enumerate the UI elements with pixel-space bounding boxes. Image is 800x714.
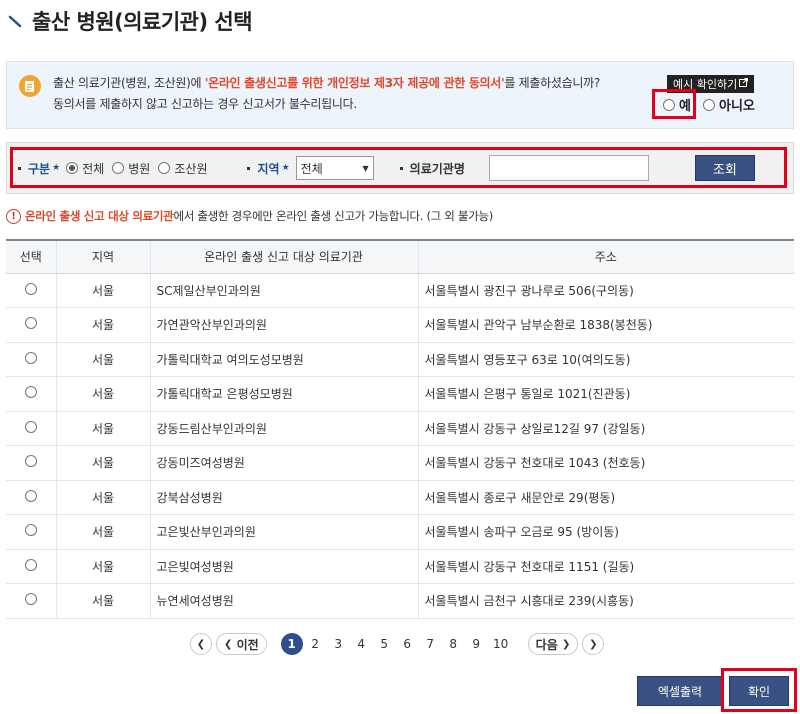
row-select-radio[interactable] [24, 420, 37, 433]
table-row[interactable]: 서울 고은빛산부인과의원 서울특별시 송파구 오금로 95 (방이동) [6, 514, 794, 550]
warning-icon: ! [6, 208, 21, 224]
dropdown-arrow-icon: ▼ [362, 163, 369, 173]
chevron-left-icon: ❮ [224, 638, 233, 650]
category-option-all[interactable]: 전체 [66, 160, 104, 177]
row-select-radio[interactable] [24, 489, 37, 502]
external-link-icon [739, 78, 749, 90]
consent-form-name: '온라인 출생신고를 위한 개인정보 제3자 제공에 관한 동의서' [204, 76, 505, 90]
document-icon [19, 75, 41, 97]
table-row[interactable]: 서울 강동드림산부인과의원 서울특별시 강동구 상일로12길 97 (강일동) [6, 411, 794, 446]
consent-question: 출산 의료기관(병원, 조산원)에 '온라인 출생신고를 위한 개인정보 제3자… [53, 76, 600, 90]
page-10[interactable]: 10 [488, 637, 514, 651]
institution-label: 의료기관명 [399, 160, 465, 177]
page-1[interactable]: 1 [280, 633, 303, 655]
table-row[interactable]: 서울 가톨릭대학교 은평성모병원 서울특별시 은평구 통일로 1021(진관동) [6, 376, 794, 412]
consent-no-option[interactable]: 아니오 [703, 95, 755, 114]
page-3[interactable]: 3 [327, 637, 350, 651]
header-institution: 온라인 출생 신고 대상 의료기관 [149, 239, 418, 274]
first-page-button[interactable]: ❮ [190, 633, 212, 655]
category-label: 구분 ★ [18, 160, 66, 177]
row-select-radio[interactable] [24, 386, 37, 399]
row-select-radio[interactable] [24, 282, 37, 295]
table-row[interactable]: 서울 SC제일산부인과의원 서울특별시 광진구 광나루로 506(구의동) [6, 273, 794, 308]
double-chevron-left-icon: ❮ [196, 638, 206, 650]
pagination: ❮ ❮ 이전 1 2 3 4 5 6 7 8 9 10 다음 ❯ ❯ [190, 632, 605, 656]
region-label: 지역 ★ [247, 160, 295, 177]
double-chevron-right-icon: ❯ [589, 638, 598, 650]
institution-table: 선택 지역 온라인 출생 신고 대상 의료기관 주소 서울 SC제일산부인과의원 서… [6, 239, 794, 619]
header-region: 지역 [55, 239, 150, 274]
chevron-right-icon: ❯ [561, 638, 571, 650]
table-header-row: 선택 지역 온라인 출생 신고 대상 의료기관 주소 [6, 239, 794, 274]
category-option-midwife[interactable]: 조산원 [158, 160, 207, 177]
table-row[interactable]: 서울 뉴연세여성병원 서울특별시 금천구 시흥대로 239(시흥동) [6, 583, 794, 619]
row-select-radio[interactable] [24, 455, 37, 468]
category-all-radio[interactable] [66, 162, 79, 174]
table-row[interactable]: 서울 가톨릭대학교 여의도성모병원 서울특별시 영등포구 63로 10(여의도동) [6, 342, 794, 377]
notice-message: ! 온라인 출생 신고 대상 의료기관 에서 출생한 경우에만 온라인 출생 신고… [6, 208, 493, 224]
page-8[interactable]: 8 [442, 637, 465, 651]
page-6[interactable]: 6 [396, 637, 419, 651]
row-select-radio[interactable] [24, 317, 37, 330]
header-address: 주소 [417, 239, 794, 274]
search-row: 구분 ★ 전체 병원 조산원 지역 ★ 전체 ▼ 의료기관명 조회 [18, 155, 755, 181]
excel-export-button[interactable]: 엑셀출력 [637, 676, 723, 706]
search-button[interactable]: 조회 [694, 155, 755, 181]
highlight-yes-box [652, 89, 696, 119]
table-row[interactable]: 서울 강북삼성병원 서울특별시 종로구 새문안로 29(평동) [6, 480, 794, 515]
page-4[interactable]: 4 [350, 637, 373, 651]
region-select[interactable]: 전체 ▼ [295, 156, 374, 180]
table-row[interactable]: 서울 가연관악산부인과의원 서울특별시 관악구 남부순환로 1838(봉천동) [6, 307, 794, 343]
row-select-radio[interactable] [24, 558, 37, 571]
page-2[interactable]: 2 [304, 637, 327, 651]
page-5[interactable]: 5 [373, 637, 396, 651]
page-7[interactable]: 7 [419, 637, 442, 651]
consent-warning: 동의서를 제출하지 않고 신고하는 경우 신고서가 불수리됩니다. [53, 97, 357, 111]
page-title: 출산 병원(의료기관) 선택 [32, 10, 253, 34]
category-hospital-radio[interactable] [112, 162, 125, 174]
page-header: 출산 병원(의료기관) 선택 [8, 4, 253, 38]
table-row[interactable]: 서울 고은빛여성병원 서울특별시 강동구 천호대로 1151 (길동) [6, 549, 794, 584]
highlight-confirm-box [721, 668, 797, 712]
row-select-radio[interactable] [24, 351, 37, 364]
category-option-hospital[interactable]: 병원 [112, 160, 150, 177]
table-row[interactable]: 서울 강동미즈여성병원 서울특별시 강동구 천호대로 1043 (천호동) [6, 445, 794, 481]
row-select-radio[interactable] [24, 524, 37, 537]
last-page-button[interactable]: ❯ [582, 633, 605, 655]
row-select-radio[interactable] [24, 593, 37, 606]
title-slash-icon [8, 14, 22, 28]
prev-page-button[interactable]: ❮ 이전 [216, 633, 267, 655]
institution-name-input[interactable] [488, 155, 649, 181]
header-select: 선택 [6, 239, 56, 274]
consent-no-radio[interactable] [703, 98, 715, 111]
page-9[interactable]: 9 [465, 637, 488, 651]
category-midwife-radio[interactable] [158, 162, 171, 174]
next-page-button[interactable]: 다음 ❯ [527, 633, 579, 655]
